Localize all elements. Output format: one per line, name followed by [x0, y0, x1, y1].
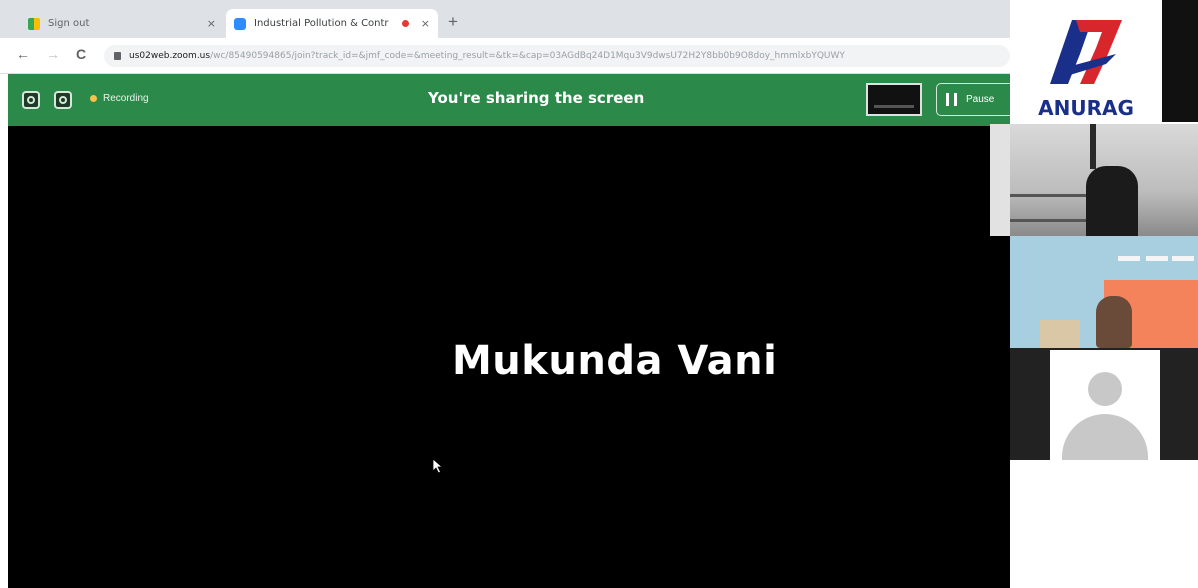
avatar-body: [1062, 414, 1148, 460]
participant-silhouette: [1096, 296, 1132, 348]
close-tab-icon[interactable]: ×: [207, 17, 216, 30]
video-strip-edge: [1162, 0, 1198, 122]
video-scene: [1010, 194, 1090, 222]
ceiling-light: [1146, 256, 1168, 261]
url-path: /wc/85490594865/join?track_id=&jmf_code=…: [210, 51, 845, 61]
share-status-title: You're sharing the screen: [428, 89, 645, 107]
tab-label: Industrial Pollution & Contr: [254, 18, 389, 29]
shared-screen-area: Mukunda Vani: [8, 126, 1010, 588]
recording-dot-icon: [401, 20, 409, 27]
default-avatar-icon: [1050, 350, 1160, 460]
participant-video-1[interactable]: [990, 124, 1198, 236]
ceiling-light: [1118, 256, 1140, 261]
strip-background: [1010, 460, 1198, 588]
forward-button[interactable]: →: [46, 46, 60, 62]
address-bar[interactable]: us02web.zoom.us/wc/85490594865/join?trac…: [104, 45, 1010, 67]
url-host: us02web.zoom.us: [129, 51, 211, 61]
screen-share-bar: Recording You're sharing the screen Paus…: [8, 74, 1016, 126]
tab-sign-out[interactable]: Sign out ×: [20, 9, 224, 38]
audio-settings-button[interactable]: [22, 91, 40, 109]
pause-icon: [946, 93, 957, 106]
avatar-head: [1088, 372, 1122, 406]
reload-button[interactable]: C: [76, 46, 86, 62]
anurag-logo-icon: [1050, 20, 1122, 84]
close-tab-icon[interactable]: ×: [421, 17, 430, 30]
back-button[interactable]: ←: [16, 46, 30, 62]
new-tab-button[interactable]: +: [448, 12, 458, 32]
pause-share-button[interactable]: Pause: [936, 83, 1016, 116]
speaker-name: Mukunda Vani: [452, 338, 778, 384]
logo-text: ANURAG: [1038, 96, 1134, 120]
zoom-web-window: Sign out × Industrial Pollution & Contr …: [0, 0, 1198, 588]
anurag-logo-tile: ANURAG: [1010, 10, 1162, 122]
tab-zoom-meeting[interactable]: Industrial Pollution & Contr ×: [226, 9, 438, 38]
mouse-cursor-icon: [432, 458, 444, 474]
zoom-icon: [234, 17, 246, 30]
ceiling-light: [1172, 256, 1194, 261]
browser-toolbar: ← → C us02web.zoom.us/wc/85490594865/joi…: [0, 38, 1010, 74]
participant-video-2[interactable]: [1010, 236, 1198, 348]
video-scene: [1040, 320, 1080, 348]
pause-label: Pause: [966, 94, 995, 105]
lock-icon: [114, 52, 121, 60]
browser-tab-bar: Sign out × Industrial Pollution & Contr …: [0, 0, 1010, 38]
participant-silhouette: [1086, 166, 1138, 236]
shared-screen-thumbnail[interactable]: [866, 83, 922, 116]
recording-indicator: Recording: [90, 93, 149, 104]
video-settings-button[interactable]: [54, 91, 72, 109]
recording-icon: [90, 95, 97, 102]
recording-label: Recording: [103, 93, 149, 104]
tab-label: Sign out: [48, 18, 90, 29]
sheets-icon: [28, 17, 40, 30]
video-scene: [1090, 124, 1096, 169]
